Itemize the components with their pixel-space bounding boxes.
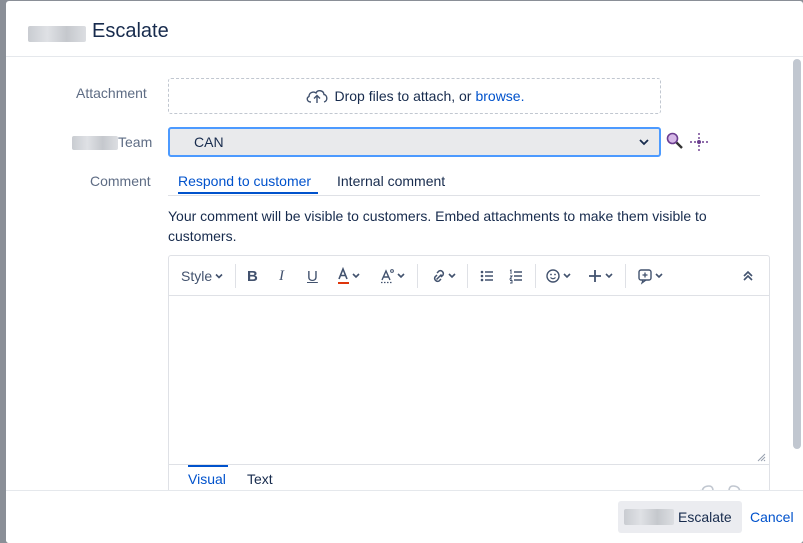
search-icon[interactable] (665, 131, 685, 151)
editor-toolbar: Style B I U (169, 256, 769, 296)
team-label: Team (118, 134, 153, 150)
toolbar-separator (535, 264, 536, 288)
bullet-list-icon[interactable] (479, 266, 495, 286)
chevron-down-icon (639, 139, 649, 146)
insert-icon[interactable] (587, 266, 617, 286)
text-color-icon[interactable] (337, 266, 363, 286)
comment-label: Comment (90, 173, 151, 189)
team-select-value: CAN (194, 134, 224, 150)
bold-icon[interactable]: B (247, 266, 258, 286)
style-dropdown[interactable]: Style (181, 266, 224, 286)
escalate-dialog: Escalate Attachment Drop files to attach… (6, 1, 803, 543)
cancel-button[interactable]: Cancel (750, 509, 794, 525)
italic-icon[interactable]: I (279, 266, 284, 286)
comment-editor: Style B I U Visual Text (168, 255, 770, 490)
tab-internal-comment[interactable]: Internal comment (337, 173, 445, 189)
escalate-button-label: Escalate (678, 509, 732, 525)
attachment-label: Attachment (76, 85, 147, 101)
toolbar-separator (235, 264, 236, 288)
escalate-button[interactable]: Escalate (618, 501, 742, 533)
collapse-icon[interactable] (741, 266, 755, 286)
dropzone-text: Drop files to attach, or (334, 88, 472, 104)
redo-icon[interactable] (727, 483, 743, 490)
numbered-list-icon[interactable] (508, 266, 524, 286)
attachment-dropzone[interactable]: Drop files to attach, or browse. (168, 78, 661, 114)
resize-handle-icon[interactable] (756, 452, 766, 462)
tab-respond-to-customer[interactable]: Respond to customer (178, 173, 311, 189)
redacted-text (28, 26, 86, 42)
undo-icon[interactable] (699, 483, 715, 490)
dialog-body: Attachment Drop files to attach, or brow… (6, 58, 796, 490)
tab-text-mode[interactable]: Text (247, 471, 273, 487)
tab-visual-mode[interactable]: Visual (188, 471, 226, 487)
dialog-header: Escalate (6, 1, 803, 57)
text-format-icon[interactable] (380, 266, 408, 286)
chevron-down-icon (215, 273, 223, 279)
browse-link[interactable]: browse. (475, 88, 524, 104)
emoji-icon[interactable] (545, 266, 575, 286)
team-select[interactable]: CAN (168, 127, 661, 157)
dialog-title: Escalate (92, 20, 169, 42)
underline-icon[interactable]: U (307, 266, 318, 286)
active-tab-indicator (178, 192, 318, 194)
active-mode-indicator (188, 465, 228, 467)
style-dropdown-label: Style (181, 268, 213, 284)
comment-tabs: Respond to customer Internal comment (168, 170, 760, 196)
toolbar-separator (625, 264, 626, 288)
editor-mode-tabs: Visual Text (169, 464, 769, 490)
toolbar-separator (417, 264, 418, 288)
macro-icon[interactable] (637, 266, 667, 286)
link-icon[interactable] (429, 266, 459, 286)
redacted-text (72, 136, 118, 150)
redacted-text (624, 509, 674, 525)
comment-visibility-hint: Your comment will be visible to customer… (168, 208, 707, 244)
crosshair-icon[interactable] (688, 131, 710, 153)
dialog-footer: Escalate Cancel (6, 490, 803, 543)
dialog-scrollbar[interactable] (793, 59, 801, 449)
upload-cloud-icon (306, 90, 328, 103)
toolbar-separator (467, 264, 468, 288)
